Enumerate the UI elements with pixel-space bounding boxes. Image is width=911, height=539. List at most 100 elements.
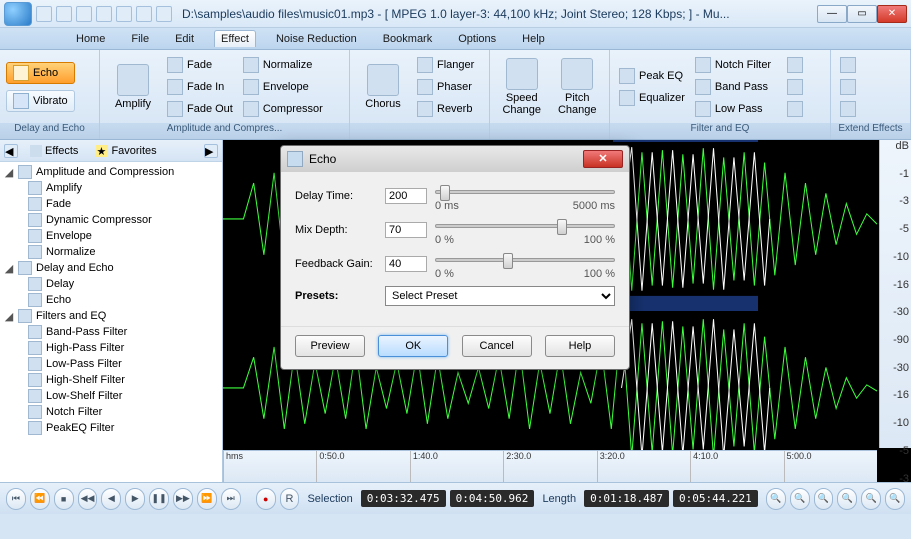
filter-extra-1[interactable] [784,54,806,75]
tree-item[interactable]: Normalize [0,244,222,260]
repeat-button[interactable]: R [280,488,300,510]
fast-forward-button[interactable]: ⏩ [197,488,217,510]
qat-refresh-icon[interactable] [136,6,152,22]
qat-open-icon[interactable] [56,6,72,22]
filter-extra-3[interactable] [784,98,806,119]
tab-options[interactable]: Options [452,31,502,47]
prev-button[interactable]: ◀◀ [78,488,98,510]
dialog-titlebar[interactable]: Echo ✕ [281,146,629,172]
echo-button[interactable]: Echo [6,62,75,84]
vibrato-button[interactable]: Vibrato [6,90,75,112]
zoom-v-button[interactable]: 🔍 [885,488,905,510]
tree-item[interactable]: Low-Pass Filter [0,356,222,372]
play-back-button[interactable]: ◀ [101,488,121,510]
qat-dropdown-icon[interactable] [156,6,172,22]
close-button[interactable]: ✕ [877,5,907,23]
maximize-button[interactable]: ▭ [847,5,877,23]
extend-3[interactable] [837,98,859,119]
compressor-button[interactable]: Compressor [240,98,326,119]
zoom-in-button[interactable]: 🔍 [837,488,857,510]
rewind-button[interactable]: ⏪ [30,488,50,510]
tree-item[interactable]: Envelope [0,228,222,244]
qat-save-icon[interactable] [76,6,92,22]
tree-group-amplitude[interactable]: ◢Amplitude and Compression [0,164,222,180]
extend-1[interactable] [837,54,859,75]
stop-button[interactable]: ■ [54,488,74,510]
tab-file[interactable]: File [125,31,155,47]
cancel-button[interactable]: Cancel [462,335,532,357]
peakeq-button[interactable]: Peak EQ [616,65,688,86]
next-button[interactable]: ▶▶ [173,488,193,510]
record-button[interactable]: ● [256,488,276,510]
tree-item[interactable]: Fade [0,196,222,212]
mix-depth-input[interactable] [385,222,427,238]
goto-end-button[interactable]: ⏭ [221,488,241,510]
minimize-button[interactable]: — [817,5,847,23]
ok-button[interactable]: OK [378,335,448,357]
tree-group-delay[interactable]: ◢Delay and Echo [0,260,222,276]
filter-extra-2[interactable] [784,76,806,97]
tree-item[interactable]: Delay [0,276,222,292]
tab-noise-reduction[interactable]: Noise Reduction [270,31,363,47]
mix-depth-slider[interactable]: 0 %100 % [435,218,615,242]
qat-redo-icon[interactable] [116,6,132,22]
fade-button[interactable]: Fade [164,54,236,75]
presets-select[interactable]: Select Preset [385,286,615,306]
side-collapse-left-icon[interactable]: ◀ [4,144,18,158]
delay-time-slider[interactable]: 0 ms5000 ms [435,184,615,208]
tree-item[interactable]: Amplify [0,180,222,196]
side-tab-effects[interactable]: Effects [24,143,84,159]
qat-undo-icon[interactable] [96,6,112,22]
band-pass-button[interactable]: Band Pass [692,76,774,97]
flanger-button[interactable]: Flanger [414,54,477,75]
low-pass-button[interactable]: Low Pass [692,98,774,119]
feedback-gain-input[interactable] [385,256,427,272]
delay-time-input[interactable] [385,188,427,204]
goto-start-button[interactable]: ⏮ [6,488,26,510]
play-button[interactable]: ▶ [125,488,145,510]
fade-in-button[interactable]: Fade In [164,76,236,97]
zoom-fit-button[interactable]: 🔍 [766,488,786,510]
effects-tree[interactable]: ◢Amplitude and CompressionAmplifyFadeDyn… [0,162,222,482]
tree-item[interactable]: Band-Pass Filter [0,324,222,340]
app-orb[interactable] [4,2,32,26]
preview-button[interactable]: Preview [295,335,365,357]
tab-help[interactable]: Help [516,31,551,47]
tree-item[interactable]: Dynamic Compressor [0,212,222,228]
tree-item[interactable]: High-Shelf Filter [0,372,222,388]
time-ruler[interactable]: hms0:50.01:40.02:30.03:20.04:10.05:00.0 [223,450,877,482]
zoom-sel-button[interactable]: 🔍 [790,488,810,510]
zoom-out-button[interactable]: 🔍 [861,488,881,510]
zoom-1-button[interactable]: 🔍 [814,488,834,510]
pitch-change-button[interactable]: Pitch Change [552,54,604,119]
tree-group-filters[interactable]: ◢Filters and EQ [0,308,222,324]
notch-filter-button[interactable]: Notch Filter [692,54,774,75]
chorus-button[interactable]: Chorus [356,54,410,119]
side-tab-favorites[interactable]: ★Favorites [90,143,162,159]
amplify-button[interactable]: Amplify [106,54,160,119]
extend-2[interactable] [837,76,859,97]
tree-item[interactable]: Notch Filter [0,404,222,420]
tab-bookmark[interactable]: Bookmark [377,31,439,47]
fade-out-button[interactable]: Fade Out [164,98,236,119]
help-button[interactable]: Help [545,335,615,357]
tab-home[interactable]: Home [70,31,111,47]
side-collapse-right-icon[interactable]: ▶ [204,144,218,158]
tree-item[interactable]: Low-Shelf Filter [0,388,222,404]
normalize-button[interactable]: Normalize [240,54,326,75]
qat-new-icon[interactable] [36,6,52,22]
pause-button[interactable]: ❚❚ [149,488,169,510]
equalizer-button[interactable]: Equalizer [616,87,688,108]
dialog-close-button[interactable]: ✕ [583,150,623,168]
phaser-button[interactable]: Phaser [414,76,477,97]
tab-edit[interactable]: Edit [169,31,200,47]
speed-change-button[interactable]: Speed Change [496,54,548,119]
envelope-button[interactable]: Envelope [240,76,326,97]
tab-effect[interactable]: Effect [214,30,256,47]
tree-item[interactable]: PeakEQ Filter [0,420,222,436]
tree-item[interactable]: High-Pass Filter [0,340,222,356]
tree-item[interactable]: Echo [0,292,222,308]
reverb-button[interactable]: Reverb [414,98,477,119]
quick-access-toolbar [36,6,172,22]
feedback-gain-slider[interactable]: 0 %100 % [435,252,615,276]
